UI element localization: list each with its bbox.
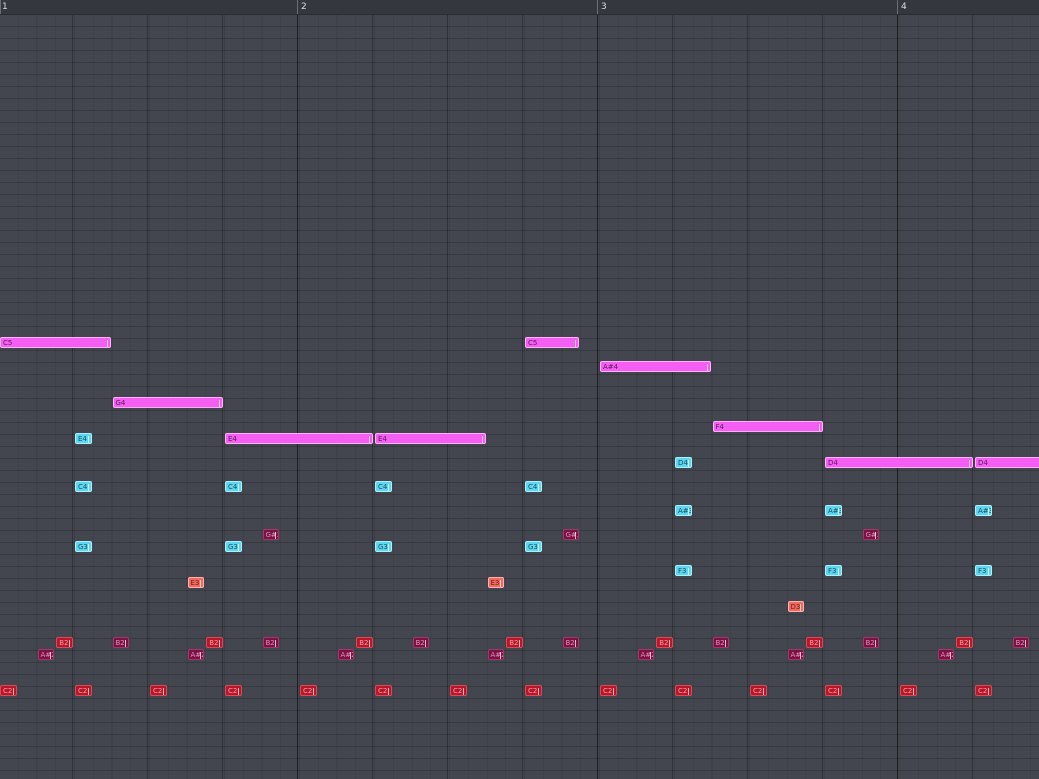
midi-note[interactable]: G#3 xyxy=(262,529,280,540)
midi-note[interactable]: G4 xyxy=(112,397,223,408)
midi-note[interactable]: B2 xyxy=(806,637,823,648)
midi-note[interactable]: C2 xyxy=(75,685,92,696)
midi-note[interactable]: C2 xyxy=(525,685,542,696)
midi-note[interactable]: E4 xyxy=(75,433,92,444)
midi-note[interactable]: C2 xyxy=(300,685,317,696)
midi-note[interactable]: C4 xyxy=(75,481,92,492)
midi-note[interactable]: A#3 xyxy=(825,505,842,516)
bar-1-tick xyxy=(0,0,1,14)
midi-note[interactable]: C2 xyxy=(750,685,767,696)
notes-layer: C5 G4 E4 E4 C5 A#4 F4 D4 D4 E4 C4 G3 C4 G3 C4 G3 C4 G3 D4 A… xyxy=(0,0,1039,779)
timeline-ruler[interactable]: 1 2 3 4 xyxy=(0,0,1039,15)
midi-note[interactable]: A#2 xyxy=(637,649,655,660)
midi-note[interactable]: B2 xyxy=(562,637,580,648)
midi-note[interactable]: B2 xyxy=(1012,637,1030,648)
midi-note[interactable]: D4 xyxy=(975,457,1039,468)
midi-note[interactable]: B2 xyxy=(112,637,130,648)
midi-note[interactable]: F4 xyxy=(712,421,823,432)
midi-note[interactable]: B2 xyxy=(412,637,430,648)
midi-note[interactable]: G#3 xyxy=(562,529,580,540)
midi-note[interactable]: A#2 xyxy=(937,649,955,660)
midi-note[interactable]: B2 xyxy=(712,637,730,648)
midi-note[interactable]: E3 xyxy=(187,577,205,588)
midi-note[interactable]: B2 xyxy=(262,637,280,648)
midi-note[interactable]: B2 xyxy=(506,637,523,648)
midi-note[interactable]: A#4 xyxy=(600,361,711,372)
midi-note[interactable]: C2 xyxy=(825,685,842,696)
midi-note[interactable]: C2 xyxy=(675,685,692,696)
midi-note[interactable]: A#2 xyxy=(37,649,55,660)
midi-note[interactable]: C2 xyxy=(450,685,467,696)
midi-note[interactable]: B2 xyxy=(956,637,973,648)
midi-note[interactable]: D4 xyxy=(675,457,692,468)
midi-note[interactable]: C2 xyxy=(225,685,242,696)
midi-note[interactable]: C2 xyxy=(150,685,167,696)
midi-note[interactable]: E4 xyxy=(375,433,486,444)
midi-note[interactable]: B2 xyxy=(56,637,73,648)
midi-note[interactable]: G3 xyxy=(75,541,92,552)
midi-note[interactable]: B2 xyxy=(356,637,373,648)
midi-note[interactable]: A#2 xyxy=(187,649,205,660)
midi-note[interactable]: C2 xyxy=(375,685,392,696)
midi-note[interactable]: D4 xyxy=(825,457,973,468)
midi-note[interactable]: E3 xyxy=(487,577,505,588)
midi-note[interactable]: C5 xyxy=(525,337,580,348)
bar-number-1: 1 xyxy=(2,2,8,12)
midi-note[interactable]: C2 xyxy=(900,685,917,696)
midi-note[interactable]: F3 xyxy=(675,565,692,576)
midi-note[interactable]: C2 xyxy=(975,685,992,696)
bar-number-4: 4 xyxy=(901,2,907,12)
bar-2-tick xyxy=(297,0,298,14)
bar-4-tick xyxy=(897,0,898,14)
midi-note[interactable]: G3 xyxy=(375,541,392,552)
midi-note[interactable]: B2 xyxy=(206,637,223,648)
midi-note[interactable]: B2 xyxy=(656,637,673,648)
midi-note[interactable]: G3 xyxy=(525,541,542,552)
midi-note[interactable]: D3 xyxy=(787,601,805,612)
bar-number-2: 2 xyxy=(301,2,307,12)
midi-note[interactable]: A#3 xyxy=(675,505,692,516)
midi-note[interactable]: C2 xyxy=(0,685,17,696)
midi-note[interactable]: C4 xyxy=(525,481,542,492)
midi-note[interactable]: C4 xyxy=(375,481,392,492)
midi-note[interactable]: G3 xyxy=(225,541,242,552)
midi-note[interactable]: A#2 xyxy=(487,649,505,660)
midi-note[interactable]: E4 xyxy=(225,433,373,444)
midi-note[interactable]: C2 xyxy=(600,685,617,696)
midi-note[interactable]: C5 xyxy=(0,337,111,348)
bar-3-tick xyxy=(597,0,598,14)
midi-note[interactable]: G#3 xyxy=(862,529,880,540)
bar-number-3: 3 xyxy=(601,2,607,12)
midi-note[interactable]: F3 xyxy=(975,565,992,576)
midi-note[interactable]: F3 xyxy=(825,565,842,576)
midi-note[interactable]: A#2 xyxy=(787,649,805,660)
midi-note[interactable]: C4 xyxy=(225,481,242,492)
midi-note[interactable]: A#2 xyxy=(337,649,355,660)
midi-note[interactable]: B2 xyxy=(862,637,880,648)
midi-note[interactable]: A#3 xyxy=(975,505,992,516)
